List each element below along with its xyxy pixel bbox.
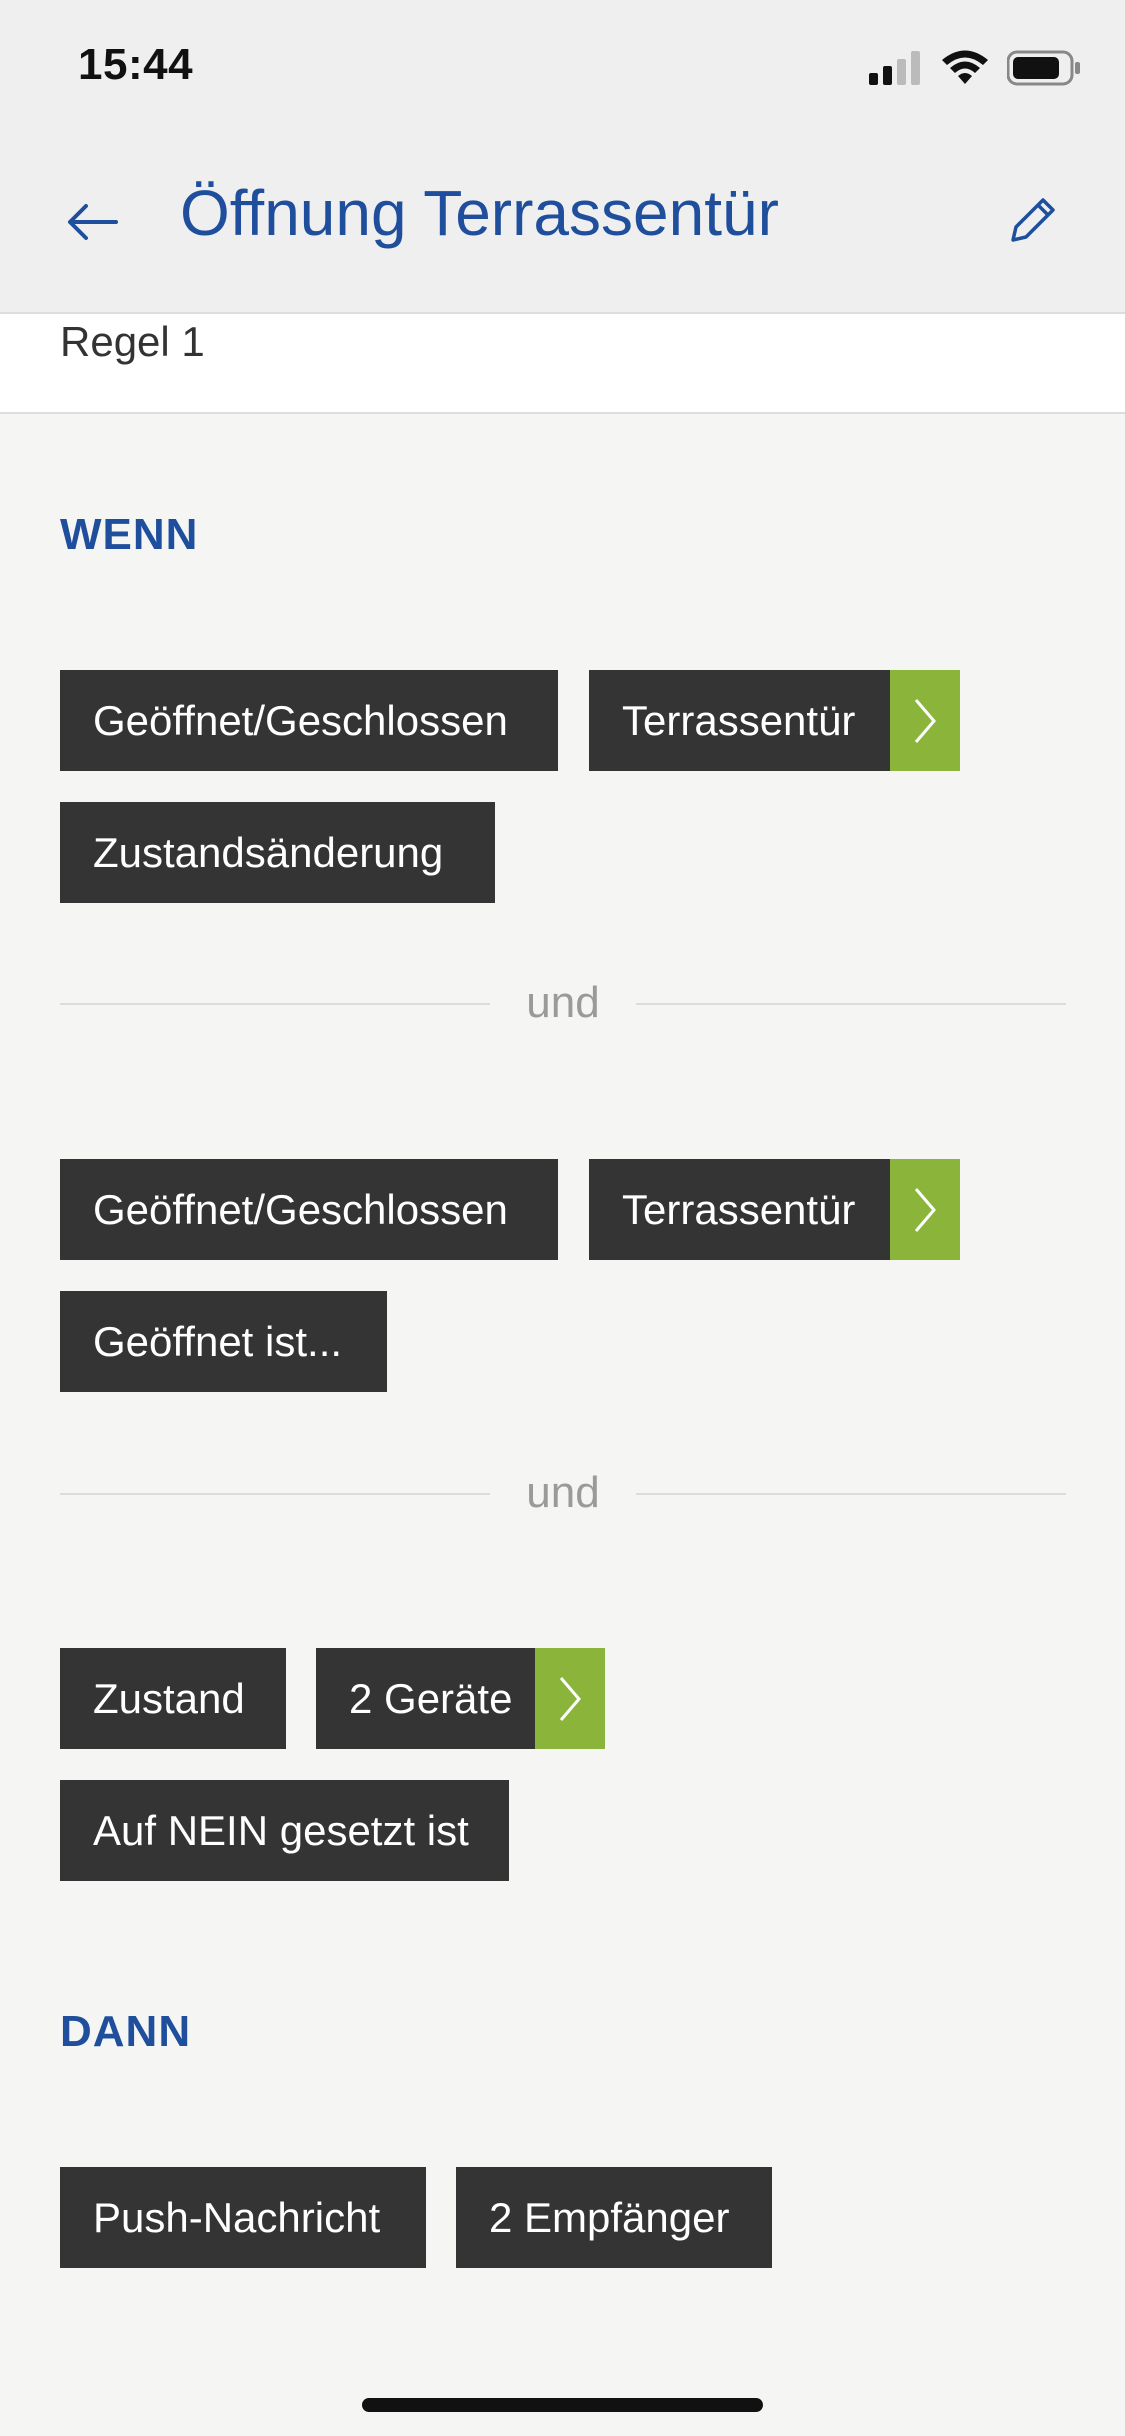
action-recipients-chip[interactable]: 2 Empfänger <box>456 2167 772 2268</box>
back-button[interactable] <box>56 186 128 258</box>
status-icons <box>869 48 1081 88</box>
status-bar: 15:44 <box>0 0 1125 130</box>
condition-3-device-chip[interactable]: 2 Geräte <box>316 1648 605 1749</box>
battery-icon <box>1007 50 1080 86</box>
condition-1-device-chip[interactable]: Terrassentür <box>589 670 960 771</box>
condition-3-state-chip[interactable]: Auf NEIN gesetzt ist <box>60 1780 509 1881</box>
if-section-label: WENN <box>60 510 199 559</box>
rule-label: Regel 1 <box>60 318 205 365</box>
pencil-icon <box>1011 198 1055 242</box>
action-type-chip[interactable]: Push-Nachricht <box>60 2167 426 2268</box>
status-time: 15:44 <box>78 40 194 89</box>
condition-2-state-chip[interactable]: Geöffnet ist... <box>60 1291 387 1392</box>
navigation-bar: Öffnung Terrassentür <box>0 130 1125 314</box>
condition-3-type-chip[interactable]: Zustand <box>60 1648 286 1749</box>
page-title: Öffnung Terrassentür <box>180 177 779 249</box>
connector-divider: und <box>60 1463 1066 1523</box>
signal-icon <box>869 51 920 85</box>
rule-row: Regel 1 <box>0 314 1125 414</box>
wifi-icon <box>942 50 988 84</box>
chevron-right-icon[interactable] <box>890 670 960 771</box>
chevron-right-icon[interactable] <box>535 1648 605 1749</box>
then-section-label: DANN <box>60 2007 192 2056</box>
condition-1-type-chip[interactable]: Geöffnet/Geschlossen <box>60 670 558 771</box>
connector-divider: und <box>60 973 1066 1033</box>
condition-2-device-chip[interactable]: Terrassentür <box>589 1159 960 1260</box>
home-indicator <box>362 2398 763 2412</box>
chevron-right-icon[interactable] <box>890 1159 960 1260</box>
edit-button[interactable] <box>997 184 1069 256</box>
back-arrow-icon <box>68 204 118 240</box>
condition-2-type-chip[interactable]: Geöffnet/Geschlossen <box>60 1159 558 1260</box>
condition-1-state-chip[interactable]: Zustandsänderung <box>60 802 495 903</box>
